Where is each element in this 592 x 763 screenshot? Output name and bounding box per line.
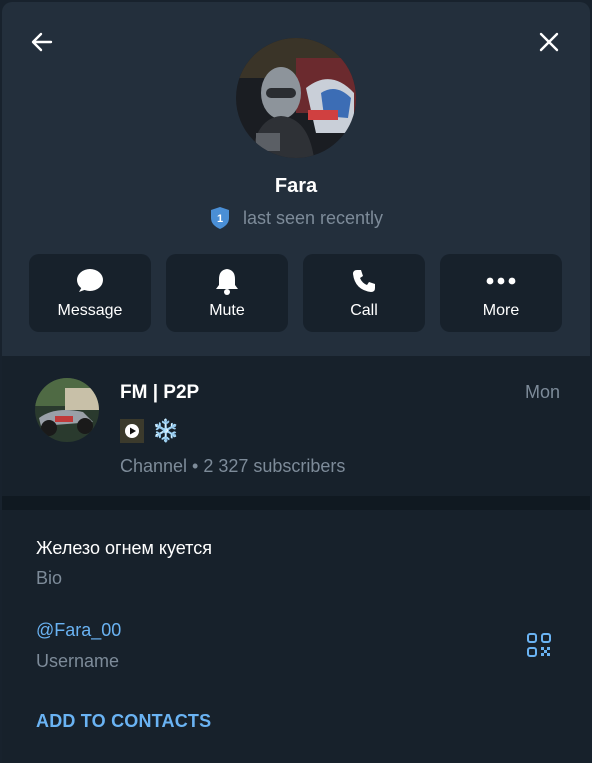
action-buttons: Message Mute Call More	[29, 254, 564, 332]
username-label: Username	[36, 651, 120, 671]
bell-icon	[216, 269, 238, 295]
qr-code-icon	[527, 633, 551, 657]
channel-date: Mon	[524, 382, 560, 402]
video-thumbnail	[120, 419, 144, 443]
last-seen-status: last seen recently	[242, 207, 384, 228]
status-row: 1 last seen recently	[2, 206, 590, 230]
profile-avatar[interactable]	[236, 38, 356, 158]
bio-label: Bio	[36, 568, 63, 588]
close-icon	[539, 32, 559, 52]
arrow-left-icon	[31, 32, 53, 52]
call-button[interactable]: Call	[303, 254, 425, 332]
add-to-contacts-button[interactable]: ADD TO CONTACTS	[36, 711, 211, 732]
snowflake-emoji: ❄️	[152, 418, 180, 443]
channel-subscribers: Channel • 2 327 subscribers	[120, 456, 346, 476]
shield-badge-icon: 1	[209, 206, 231, 230]
more-dots-icon	[486, 277, 516, 285]
profile-name: Fara	[274, 175, 318, 197]
bio-text: Железо огнем куется	[36, 538, 212, 558]
phone-icon	[353, 270, 375, 292]
avatar-photo	[236, 38, 356, 158]
profile-info-section: Железо огнем куется Bio @Fara_00 Usernam…	[2, 510, 590, 763]
channel-preview: ❄️	[120, 418, 179, 444]
profile-header: Fara 1 last seen recently Message Mute C…	[2, 2, 590, 356]
call-label: Call	[350, 302, 378, 319]
channel-name: FM | P2P	[120, 382, 200, 403]
back-button[interactable]	[22, 22, 62, 62]
more-button[interactable]: More	[440, 254, 562, 332]
qr-code-button[interactable]	[526, 632, 552, 658]
mute-label: Mute	[209, 302, 245, 319]
message-label: Message	[57, 302, 123, 319]
message-button[interactable]: Message	[29, 254, 151, 332]
channel-avatar	[35, 378, 99, 442]
badge-number: 1	[217, 213, 223, 225]
username-link[interactable]: @Fara_00	[36, 620, 121, 641]
close-button[interactable]	[529, 22, 569, 62]
mute-button[interactable]: Mute	[166, 254, 288, 332]
more-label: More	[482, 302, 520, 319]
chat-bubble-icon	[77, 269, 103, 292]
personal-channel-card[interactable]: FM | P2P Mon ❄️ Channel • 2 327 subscrib…	[2, 356, 590, 496]
section-divider	[2, 496, 590, 510]
profile-panel: Fara 1 last seen recently Message Mute C…	[2, 2, 590, 763]
